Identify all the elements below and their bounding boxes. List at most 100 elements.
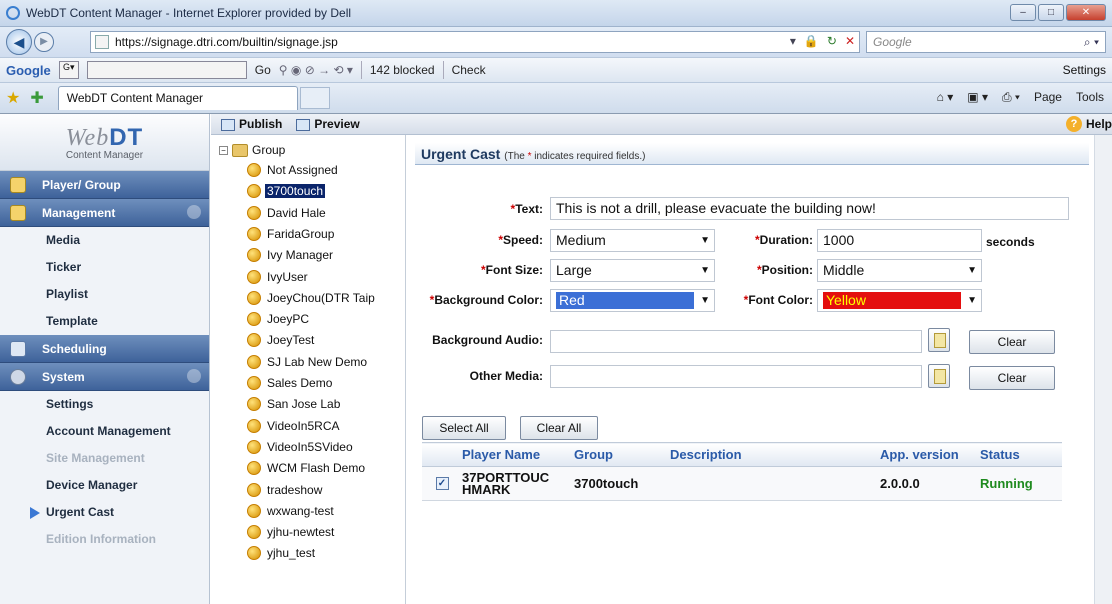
background-color-select[interactable]: Red ▼: [550, 289, 715, 312]
font-size-select[interactable]: Large ▼: [550, 259, 715, 282]
speed-select[interactable]: Medium ▼: [550, 229, 715, 252]
popup-blocked[interactable]: 142 blocked: [370, 63, 435, 77]
new-tab-button[interactable]: [299, 87, 330, 109]
tree-root[interactable]: − Group: [219, 143, 285, 157]
tree-node[interactable]: JoeyChou(DTR Taip: [247, 289, 377, 307]
publish-button[interactable]: Publish: [221, 117, 282, 131]
tree-node-label: WCM Flash Demo: [267, 461, 366, 476]
chevron-down-icon: ▼: [700, 295, 710, 306]
font-color-select[interactable]: Yellow ▼: [817, 289, 982, 312]
collapse-toggle-icon[interactable]: −: [219, 145, 228, 155]
sidebar-item-playlist[interactable]: Playlist: [0, 281, 209, 308]
tree-node[interactable]: WCM Flash Demo: [247, 459, 367, 477]
tree-node[interactable]: yjhu-newtest: [247, 523, 336, 541]
tree-node[interactable]: Sales Demo: [247, 374, 334, 392]
print-icon[interactable]: ⎙ ▾: [1002, 90, 1020, 105]
minimize-button[interactable]: –: [1010, 4, 1036, 21]
section-label: Management: [42, 205, 116, 220]
column-header-status[interactable]: Status: [974, 442, 1062, 467]
sidebar-item-device-manager[interactable]: Device Manager: [0, 472, 209, 499]
settings-button[interactable]: Settings: [1063, 63, 1106, 77]
column-header-group[interactable]: Group: [568, 442, 664, 467]
back-button[interactable]: ◀: [6, 29, 32, 55]
browse-media-button[interactable]: [928, 364, 950, 388]
clear-media-button[interactable]: Clear: [969, 366, 1055, 390]
sidebar-section-system[interactable]: System: [0, 363, 209, 391]
google-search-box[interactable]: G▾: [58, 61, 79, 79]
tree-node[interactable]: yjhu_test: [247, 544, 317, 562]
tree-node[interactable]: wxwang-test: [247, 502, 336, 520]
sidebar-section-player-group[interactable]: Player/ Group: [0, 171, 209, 199]
tree-node[interactable]: VideoIn5RCA: [247, 417, 342, 435]
dropdown-icon[interactable]: ▾: [790, 34, 796, 48]
sidebar-item-urgent-cast[interactable]: Urgent Cast: [0, 499, 209, 526]
refresh-icon[interactable]: ↻: [827, 34, 837, 48]
tree-node[interactable]: IvyUser: [247, 268, 310, 286]
vertical-scrollbar[interactable]: [1094, 135, 1112, 604]
player-group-icon: [247, 184, 261, 199]
tree-node[interactable]: VideoIn5SVideo: [247, 438, 355, 456]
preview-button[interactable]: Preview: [296, 117, 360, 131]
sidebar-item-settings[interactable]: Settings: [0, 391, 209, 418]
background-audio-field[interactable]: [550, 330, 922, 353]
page-menu[interactable]: Page: [1034, 90, 1062, 105]
tree-node[interactable]: David Hale: [247, 204, 328, 222]
tab-webdt[interactable]: WebDT Content Manager: [57, 86, 298, 110]
favorites-star-icon[interactable]: ★: [6, 88, 20, 108]
url-field[interactable]: https://signage.dtri.com/builtin/signage…: [90, 31, 860, 53]
add-favorite-icon[interactable]: ✚: [30, 88, 43, 108]
sidebar-item-ticker[interactable]: Ticker: [0, 254, 209, 281]
sidebar-section-scheduling[interactable]: Scheduling: [0, 335, 209, 363]
help-button[interactable]: ? Help: [1065, 116, 1112, 132]
google-query-field[interactable]: [86, 61, 247, 79]
collapse-icon[interactable]: [187, 205, 201, 219]
stop-icon[interactable]: ✕: [845, 34, 855, 48]
tree-node[interactable]: San Jose Lab: [247, 395, 342, 413]
other-media-field[interactable]: [550, 365, 922, 388]
tree-node[interactable]: 3700touch: [247, 182, 326, 200]
clear-audio-button[interactable]: Clear: [969, 330, 1055, 354]
sidebar-section-management[interactable]: Management: [0, 199, 209, 227]
spell-check-button[interactable]: Check: [452, 63, 486, 77]
feeds-icon[interactable]: ▣ ▾: [967, 90, 988, 105]
collapse-icon[interactable]: [187, 369, 201, 383]
tree-node[interactable]: FaridaGroup: [247, 225, 336, 243]
tree-node[interactable]: SJ Lab New Demo: [247, 353, 369, 371]
tree-node[interactable]: JoeyTest: [247, 331, 316, 349]
speed-value: Medium: [556, 232, 606, 248]
tools-menu[interactable]: Tools: [1076, 90, 1104, 105]
player-group-icon: [247, 205, 261, 220]
position-select[interactable]: Middle ▼: [817, 259, 982, 282]
column-header-description[interactable]: Description: [664, 442, 874, 467]
search-icon[interactable]: ⌕ ▾: [1084, 32, 1099, 52]
tree-node[interactable]: tradeshow: [247, 481, 324, 499]
search-input[interactable]: Google ⌕ ▾: [866, 31, 1106, 53]
column-header-player-name[interactable]: Player Name: [456, 442, 568, 467]
row-checkbox[interactable]: ✓: [435, 477, 449, 490]
sidebar-item-template[interactable]: Template: [0, 308, 209, 335]
tree-node[interactable]: Not Assigned: [247, 161, 340, 179]
table-row[interactable]: ✓ 37PORTTOUC HMARK 3700touch 2.0.0.0 Runn…: [422, 466, 1062, 501]
forward-button[interactable]: ▶: [34, 32, 54, 52]
player-group-icon: [247, 482, 261, 497]
select-all-button[interactable]: Select All: [422, 416, 506, 440]
sidebar-item-account-management[interactable]: Account Management: [0, 418, 209, 445]
clear-all-button[interactable]: Clear All: [520, 416, 598, 440]
lock-icon[interactable]: 🔒: [804, 34, 819, 48]
duration-field[interactable]: 1000: [817, 229, 982, 252]
tree-node-label: tradeshow: [267, 482, 323, 497]
column-header-app-version[interactable]: App. version: [874, 442, 974, 467]
tree-node-label: JoeyPC: [267, 312, 310, 327]
player-group-icon: [247, 333, 261, 348]
tree-node[interactable]: JoeyPC: [247, 310, 311, 328]
tree-node-label: Not Assigned: [267, 163, 338, 177]
close-button[interactable]: ✕: [1066, 4, 1106, 21]
maximize-button[interactable]: □: [1038, 4, 1064, 21]
home-icon[interactable]: ⌂ ▾: [937, 90, 954, 105]
tree-node[interactable]: Ivy Manager: [247, 246, 335, 264]
toolbar-icons[interactable]: ⚲ ◉ ⊘ → ⟲ ▾: [279, 63, 353, 77]
browse-audio-button[interactable]: [928, 328, 950, 352]
sidebar-item-media[interactable]: Media: [0, 227, 209, 254]
text-field[interactable]: This is not a drill, please evacuate the…: [550, 197, 1069, 220]
go-button[interactable]: Go: [255, 63, 271, 77]
